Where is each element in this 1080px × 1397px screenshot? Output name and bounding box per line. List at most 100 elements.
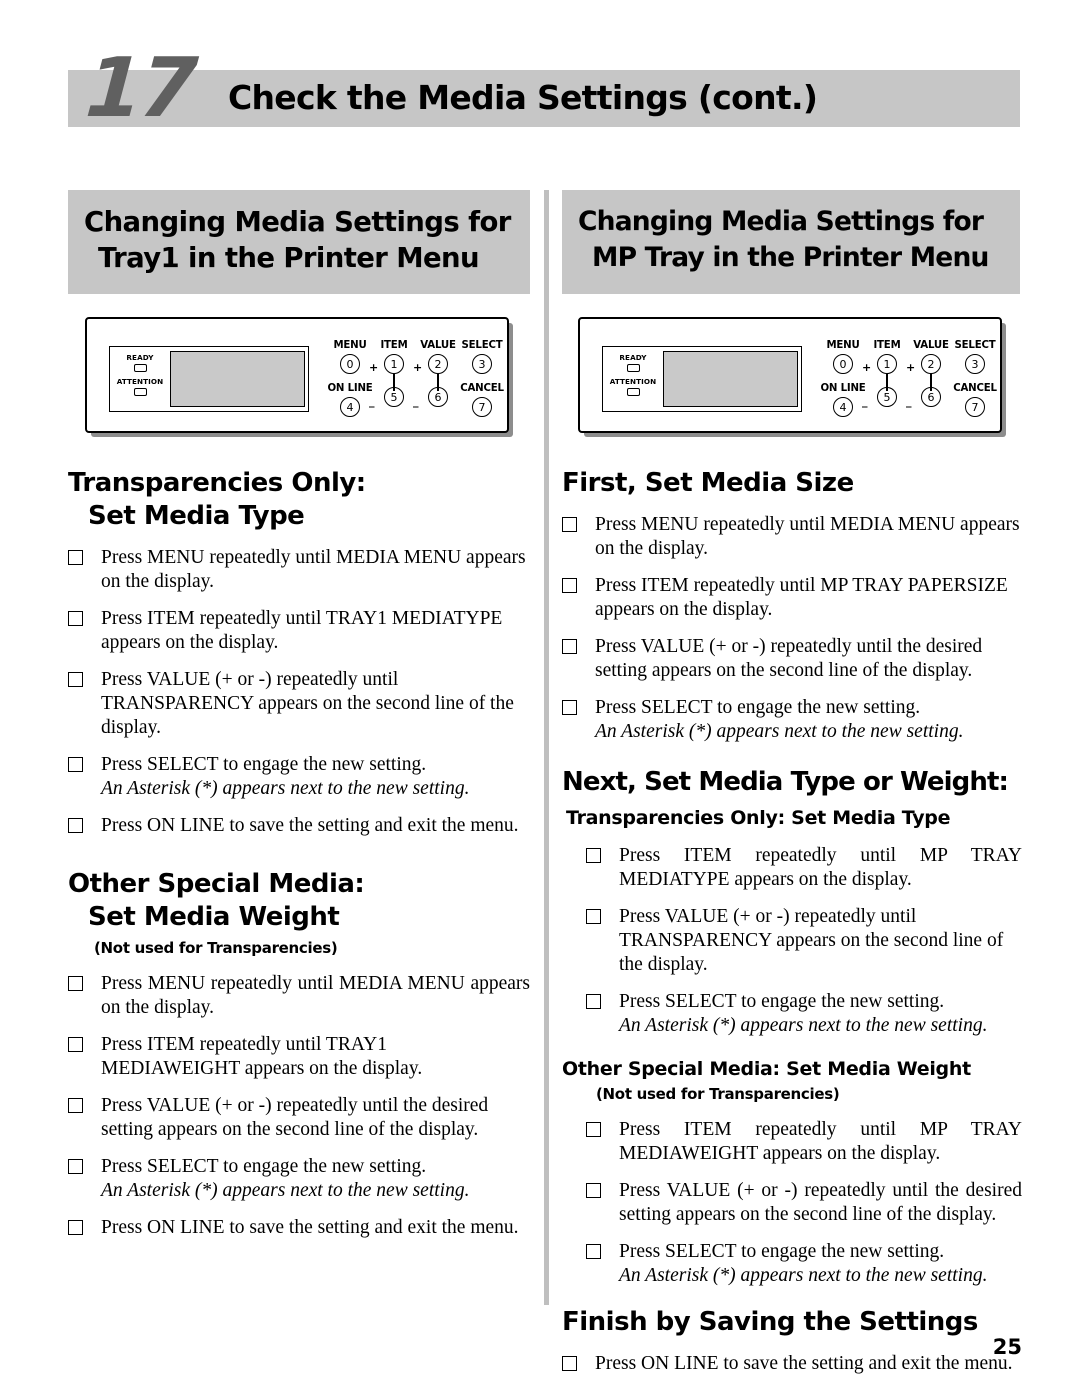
check-item-note: An Asterisk (*) appears next to the new …	[619, 1265, 988, 1286]
checkbox-icon[interactable]	[68, 1220, 83, 1235]
keypad-column-value: VALUE 2 6 + _	[413, 340, 461, 407]
attention-led-label: ATTENTION	[116, 377, 164, 386]
item-key-connector	[393, 374, 395, 391]
left-section1-heading-line2: Set Media Type	[88, 501, 305, 531]
checkbox-icon[interactable]	[68, 1037, 83, 1052]
checkbox-icon[interactable]	[68, 1159, 83, 1174]
right-section2-sub2: Other Special Media: Set Media Weight (N…	[562, 1056, 1022, 1288]
check-item[interactable]: Press SELECT to engage the new setting. …	[586, 990, 1022, 1038]
check-item[interactable]: Press VALUE (+ or -) repeatedly until th…	[586, 1179, 1022, 1227]
cancel-key-button[interactable]: 7	[472, 397, 492, 417]
online-key-button[interactable]: 4	[340, 397, 360, 417]
checkbox-icon[interactable]	[68, 976, 83, 991]
right-column: Changing Media Settings for MP Tray in t…	[562, 190, 1022, 1376]
check-item[interactable]: Press ITEM repeatedly until MP TRAY MEDI…	[586, 1118, 1022, 1166]
check-item-note: An Asterisk (*) appears next to the new …	[101, 778, 470, 799]
lcd-screen	[663, 351, 798, 407]
checkbox-icon[interactable]	[68, 818, 83, 833]
printer-control-panel-diagram-right: READY ATTENTION MENU 0 ON LINE 4 ITEM 1	[578, 317, 1010, 441]
checkbox-icon[interactable]	[586, 909, 601, 924]
check-item[interactable]: Press VALUE (+ or -) repeatedly until TR…	[68, 668, 530, 740]
keypad-column-menu: MENU 0 ON LINE 4	[327, 340, 373, 417]
value-plus-key-button[interactable]: 2	[921, 354, 941, 374]
check-item[interactable]: Press SELECT to engage the new setting. …	[562, 696, 1022, 744]
online-key-button[interactable]: 4	[833, 397, 853, 417]
check-item[interactable]: Press MENU repeatedly until MEDIA MENU a…	[68, 972, 530, 1020]
item-plus-key-button[interactable]: 1	[877, 354, 897, 374]
checkbox-icon[interactable]	[562, 639, 577, 654]
led-indicator-column: READY ATTENTION	[110, 347, 170, 411]
check-item-text: Press MENU repeatedly until MEDIA MENU a…	[101, 547, 526, 592]
check-item-text: Press MENU repeatedly until MEDIA MENU a…	[101, 973, 530, 1018]
check-item[interactable]: Press ON LINE to save the setting and ex…	[68, 814, 530, 838]
select-key-button[interactable]: 3	[472, 354, 492, 374]
ready-led-icon	[626, 364, 640, 372]
attention-led-label: ATTENTION	[609, 377, 657, 386]
check-item[interactable]: Press ITEM repeatedly until MP TRAY MEDI…	[586, 844, 1022, 892]
cancel-key-button[interactable]: 7	[965, 397, 985, 417]
check-item[interactable]: Press VALUE (+ or -) repeatedly until TR…	[586, 905, 1022, 977]
right-section2-sub2-heading-note: (Not used for Transparencies)	[596, 1085, 840, 1103]
checkbox-icon[interactable]	[68, 757, 83, 772]
checkbox-icon[interactable]	[562, 578, 577, 593]
check-item-text: Press SELECT to engage the new setting.	[101, 1156, 427, 1177]
check-item[interactable]: Press ITEM repeatedly until TRAY1 MEDIAT…	[68, 607, 530, 655]
value-key-connector	[930, 374, 932, 391]
online-key-label: ON LINE	[820, 383, 866, 394]
left-section2-heading-line2: Set Media Weight	[88, 902, 340, 932]
item-plus-key-button[interactable]: 1	[384, 354, 404, 374]
item-key-label: ITEM	[380, 340, 408, 351]
right-section3-checklist: Press ON LINE to save the setting and ex…	[562, 1352, 1022, 1376]
left-banner-line-1: Changing Media Settings for	[84, 206, 511, 238]
check-item[interactable]: Press ITEM repeatedly until MP TRAY PAPE…	[562, 574, 1022, 622]
lcd-screen	[170, 351, 305, 407]
check-item[interactable]: Press MENU repeatedly until MEDIA MENU a…	[562, 513, 1022, 561]
menu-key-label: MENU	[826, 340, 860, 351]
item-plus-sign: +	[862, 361, 872, 374]
menu-key-button[interactable]: 0	[340, 354, 360, 374]
check-item[interactable]: Press MENU repeatedly until MEDIA MENU a…	[68, 546, 530, 594]
checkbox-icon[interactable]	[68, 672, 83, 687]
right-section1-checklist: Press MENU repeatedly until MEDIA MENU a…	[562, 513, 1022, 744]
step-number: 17	[82, 41, 198, 136]
check-item-text: Press VALUE (+ or -) repeatedly until TR…	[101, 669, 514, 738]
display-assembly: READY ATTENTION	[602, 346, 802, 412]
checkbox-icon[interactable]	[586, 994, 601, 1009]
right-section2-sub1-heading: Transparencies Only: Set Media Type	[566, 807, 951, 829]
checkbox-icon[interactable]	[586, 1244, 601, 1259]
right-banner-line-2: MP Tray in the Printer Menu	[592, 242, 989, 273]
control-panel-body: READY ATTENTION MENU 0 ON LINE 4 ITEM 1 …	[85, 317, 509, 433]
right-section-media-type-weight: Next, Set Media Type or Weight: Transpar…	[562, 766, 1022, 1288]
checkbox-icon[interactable]	[586, 1183, 601, 1198]
check-item[interactable]: Press VALUE (+ or -) repeatedly until th…	[562, 635, 1022, 683]
checkbox-icon[interactable]	[562, 1356, 577, 1371]
checkbox-icon[interactable]	[68, 611, 83, 626]
check-item-text: Press ON LINE to save the setting and ex…	[101, 1217, 519, 1238]
check-item[interactable]: Press ITEM repeatedly until TRAY1 MEDIAW…	[68, 1033, 530, 1081]
left-section2-heading-line1: Other Special Media:	[68, 869, 365, 899]
right-section-finish: Finish by Saving the Settings Press ON L…	[562, 1306, 1022, 1376]
printer-control-panel-diagram-left: READY ATTENTION MENU 0 ON LINE 4 ITEM 1 …	[85, 317, 517, 441]
check-item[interactable]: Press SELECT to engage the new setting. …	[68, 753, 530, 801]
menu-key-button[interactable]: 0	[833, 354, 853, 374]
checkbox-icon[interactable]	[586, 1122, 601, 1137]
check-item[interactable]: Press VALUE (+ or -) repeatedly until th…	[68, 1094, 530, 1142]
check-item[interactable]: Press SELECT to engage the new setting. …	[586, 1240, 1022, 1288]
left-section2-checklist: Press MENU repeatedly until MEDIA MENU a…	[68, 972, 530, 1240]
checkbox-icon[interactable]	[562, 517, 577, 532]
select-key-button[interactable]: 3	[965, 354, 985, 374]
check-item[interactable]: Press ON LINE to save the setting and ex…	[562, 1352, 1022, 1376]
check-item[interactable]: Press ON LINE to save the setting and ex…	[68, 1216, 530, 1240]
value-key-label: VALUE	[913, 340, 949, 351]
check-item[interactable]: Press SELECT to engage the new setting. …	[68, 1155, 530, 1203]
check-item-text: Press ON LINE to save the setting and ex…	[595, 1353, 1013, 1374]
led-indicator-column: READY ATTENTION	[603, 347, 663, 411]
checkbox-icon[interactable]	[68, 550, 83, 565]
item-key-connector	[886, 374, 888, 391]
check-item-text: Press ITEM repeatedly until TRAY1 MEDIAT…	[101, 608, 503, 653]
check-item-text: Press ITEM repeatedly until MP TRAY PAPE…	[595, 575, 1008, 620]
checkbox-icon[interactable]	[586, 848, 601, 863]
checkbox-icon[interactable]	[68, 1098, 83, 1113]
checkbox-icon[interactable]	[562, 700, 577, 715]
value-plus-key-button[interactable]: 2	[428, 354, 448, 374]
